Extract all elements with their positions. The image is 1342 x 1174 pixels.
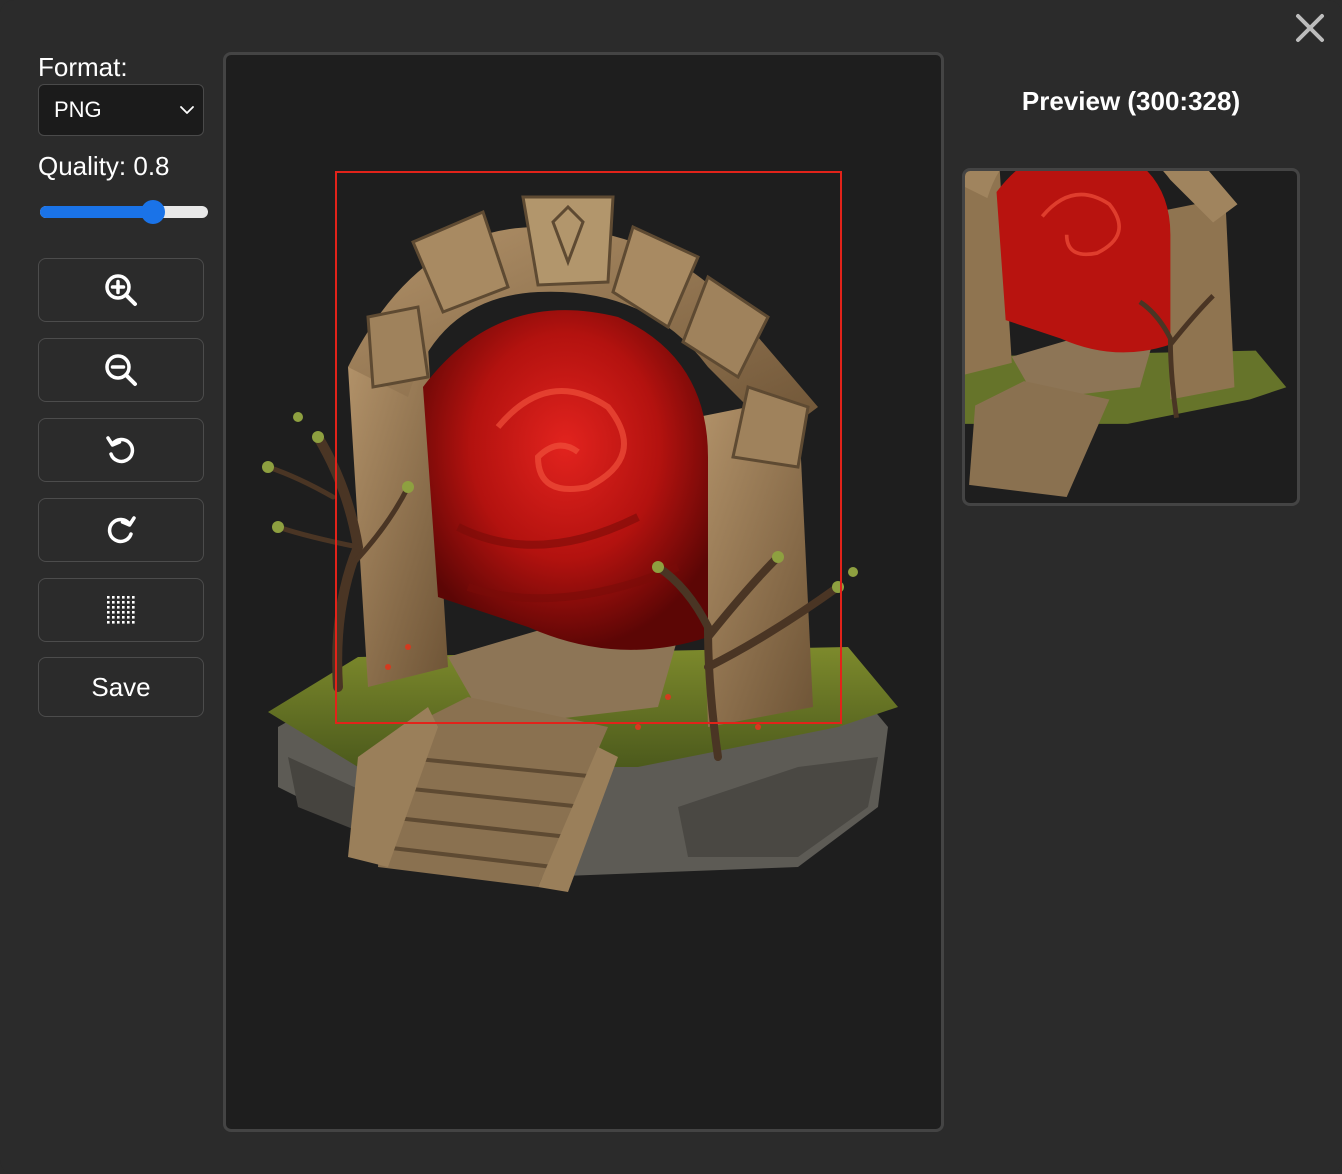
close-button[interactable] bbox=[1290, 8, 1330, 48]
quality-slider-fill bbox=[40, 206, 153, 218]
quality-slider[interactable] bbox=[40, 200, 208, 224]
format-select-value: PNG bbox=[54, 97, 102, 122]
chevron-down-icon bbox=[180, 106, 194, 114]
crop-canvas[interactable] bbox=[223, 52, 944, 1132]
quality-label: Quality: 0.8 bbox=[38, 151, 170, 181]
grid-button[interactable] bbox=[38, 578, 204, 642]
rotate-right-button[interactable] bbox=[38, 498, 204, 562]
quality-slider-thumb[interactable] bbox=[141, 200, 165, 224]
preview-title: Preview (300:328) bbox=[1021, 86, 1241, 116]
preview-image bbox=[962, 168, 1300, 506]
zoom-in-icon bbox=[105, 274, 137, 306]
rotate-left-button[interactable] bbox=[38, 418, 204, 482]
format-label: Format: bbox=[38, 52, 128, 82]
zoom-out-button[interactable] bbox=[38, 338, 204, 402]
quality-slider-track bbox=[40, 206, 208, 218]
close-icon bbox=[1296, 14, 1324, 42]
zoom-in-button[interactable] bbox=[38, 258, 204, 322]
save-button[interactable]: Save bbox=[38, 657, 204, 717]
zoom-out-icon bbox=[105, 354, 137, 386]
preview-portal-artwork bbox=[965, 171, 1287, 498]
image-cropper-dialog: Format: PNG Quality: 0.8 Save Preview (3… bbox=[0, 0, 1342, 1174]
format-select[interactable]: PNG bbox=[38, 84, 204, 136]
crop-selection[interactable] bbox=[335, 171, 842, 724]
rotate-right-icon bbox=[107, 516, 136, 544]
rotate-left-icon bbox=[106, 436, 135, 464]
grid-icon bbox=[107, 596, 135, 624]
